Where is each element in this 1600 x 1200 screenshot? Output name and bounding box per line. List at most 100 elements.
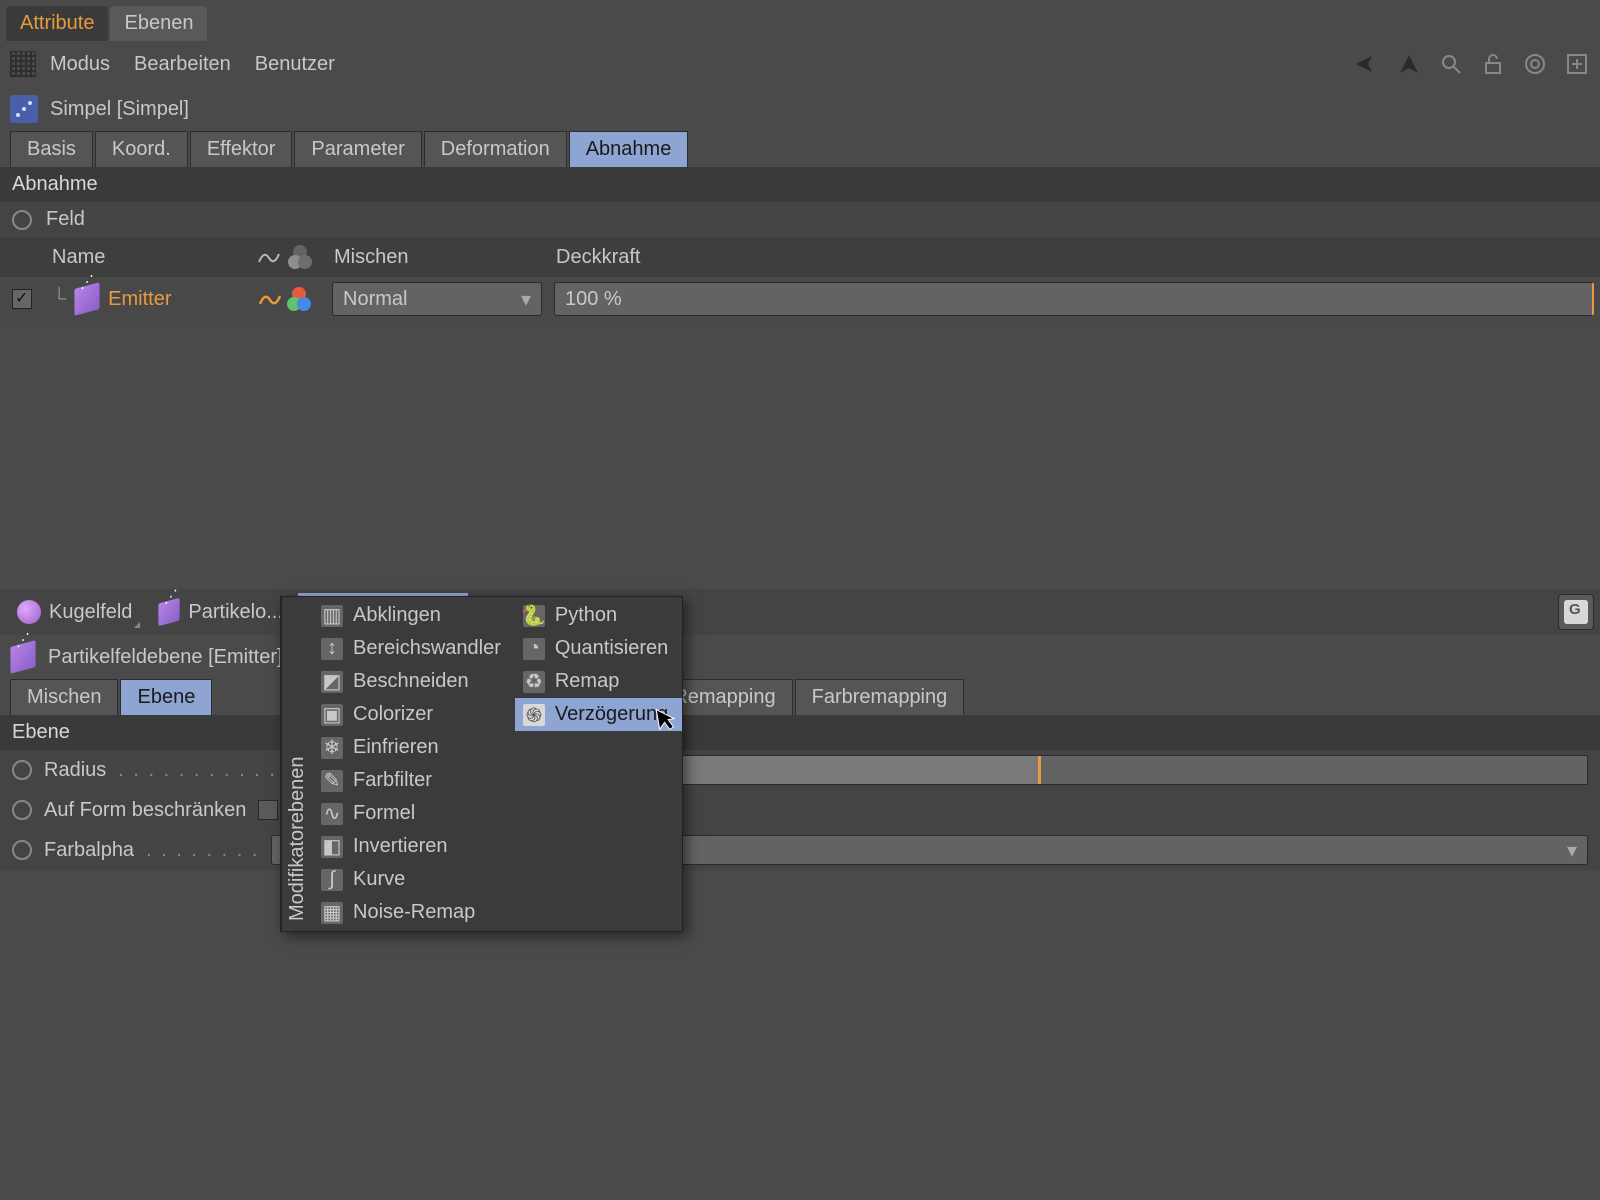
partikel-label: Partikelo... (188, 601, 282, 624)
object-header: Simpel [Simpel] (0, 87, 1600, 131)
field-row-emitter[interactable]: └ Emitter Normal ▾ 100 % (0, 277, 1600, 321)
opacity-value: 100 % (565, 288, 622, 311)
popup-formel[interactable]: ∿Formel (313, 797, 515, 830)
tab-deformation[interactable]: Deformation (424, 131, 567, 167)
field-type-toolbar: Kugelfeld Partikelo... Beschneiden (0, 589, 1600, 635)
wave-column-icon (256, 244, 282, 270)
menu-bearbeiten[interactable]: Bearbeiten (134, 53, 231, 76)
chevron-down-icon: ▾ (521, 287, 531, 312)
freeze-icon: ❄ (321, 737, 343, 759)
color-icon[interactable] (287, 287, 311, 311)
python-icon: 🐍 (523, 605, 545, 627)
object-title: Simpel [Simpel] (50, 98, 189, 121)
nav-back-icon[interactable] (1354, 51, 1380, 77)
tab-koord[interactable]: Koord. (95, 131, 188, 167)
popup-colorizer[interactable]: ▣Colorizer (313, 698, 515, 731)
popup-verzoegerung[interactable]: ֍Verzögerung (515, 698, 682, 731)
submenu-indicator (134, 622, 140, 628)
popup-title: Modifikatorebenen (281, 597, 313, 931)
col-name: Name (44, 246, 242, 269)
attribute-tabs: Basis Koord. Effektor Parameter Deformat… (0, 131, 1600, 167)
modifier-layers-popup: Modifikatorebenen ▥Abklingen ↕Bereichswa… (280, 596, 683, 932)
popup-bereichswandler[interactable]: ↕Bereichswandler (313, 632, 515, 665)
dots: . . . . . . . . . . . . (118, 759, 292, 782)
decay-icon: ▥ (321, 605, 343, 627)
opacity-field[interactable]: 100 % (554, 282, 1594, 316)
panel-tabs: Attribute Ebenen (0, 0, 1600, 41)
radius-radio[interactable] (12, 760, 32, 780)
chevron-down-icon: ▾ (1567, 838, 1577, 863)
tab-farbremapping[interactable]: Farbremapping (795, 679, 965, 715)
noise-icon: ▦ (321, 902, 343, 924)
farbalpha-row: Farbalpha . . . . . . . . Stä ▾ (0, 830, 1600, 870)
emitter-icon (75, 282, 100, 316)
radius-label: Radius (44, 759, 106, 782)
target-icon[interactable] (1522, 51, 1548, 77)
lock-icon[interactable] (1480, 51, 1506, 77)
aufform-checkbox[interactable] (258, 800, 278, 820)
tab-effektor[interactable]: Effektor (190, 131, 293, 167)
popup-remap[interactable]: ♻Remap (515, 665, 682, 698)
popup-kurve[interactable]: ∫Kurve (313, 863, 515, 896)
feld-label: Feld (46, 208, 85, 231)
colorfilter-icon: ✎ (321, 770, 343, 792)
object2-title: Partikelfeldebene [Emitter] (48, 646, 283, 669)
popup-beschneiden[interactable]: ◩Beschneiden (313, 665, 515, 698)
kugelfeld-button[interactable]: Kugelfeld (6, 593, 143, 631)
formula-icon: ∿ (321, 803, 343, 825)
tree-line: └ (52, 288, 66, 311)
popup-column-2: 🐍Python ◔Quantisieren ♻Remap ֍Verzögerun… (515, 597, 682, 931)
popup-python[interactable]: 🐍Python (515, 599, 682, 632)
row-name: Emitter (108, 288, 171, 311)
tab-mischen[interactable]: Mischen (10, 679, 118, 715)
popup-quantisieren[interactable]: ◔Quantisieren (515, 632, 682, 665)
tab-parameter[interactable]: Parameter (294, 131, 421, 167)
menubar: Modus Bearbeiten Benutzer (0, 41, 1600, 87)
menu-modus[interactable]: Modus (50, 53, 110, 76)
popup-abklingen[interactable]: ▥Abklingen (313, 599, 515, 632)
aufform-radio[interactable] (12, 800, 32, 820)
farbalpha-radio[interactable] (12, 840, 32, 860)
colorizer-icon: ▣ (321, 704, 343, 726)
partikel-button[interactable]: Partikelo... (147, 594, 293, 631)
range-icon: ↕ (321, 638, 343, 660)
slider-handle[interactable] (1038, 756, 1041, 784)
aufform-label: Auf Form beschränken (44, 799, 246, 822)
particle-icon (159, 598, 180, 626)
effector-icon (10, 95, 38, 123)
blend-mode-value: Normal (343, 288, 407, 311)
popup-einfrieren[interactable]: ❄Einfrieren (313, 731, 515, 764)
sphere-icon (17, 600, 41, 624)
curve-icon: ∫ (321, 869, 343, 891)
col-deckkraft: Deckkraft (548, 246, 1600, 269)
search-icon[interactable] (1438, 51, 1464, 77)
popup-farbfilter[interactable]: ✎Farbfilter (313, 764, 515, 797)
feld-radio[interactable] (12, 210, 32, 230)
tab-ebenen[interactable]: Ebenen (110, 6, 207, 41)
popup-invertieren[interactable]: ◧Invertieren (313, 830, 515, 863)
tab-abnahme[interactable]: Abnahme (569, 131, 689, 167)
modifier-button[interactable] (1558, 594, 1594, 630)
section-ebene: Ebene (0, 715, 1600, 750)
popup-column-1: ▥Abklingen ↕Bereichswandler ◩Beschneiden… (313, 597, 515, 931)
nav-up-icon[interactable] (1396, 51, 1422, 77)
add-panel-icon[interactable] (1564, 51, 1590, 77)
delay-icon: ֍ (523, 704, 545, 726)
tab-attribute[interactable]: Attribute (6, 6, 108, 41)
invert-icon: ◧ (321, 836, 343, 858)
tab-basis[interactable]: Basis (10, 131, 93, 167)
layer-tabs: Mischen Ebene Remapping Farbremapping (0, 679, 1600, 715)
wave-icon[interactable] (257, 286, 283, 312)
tab-ebene[interactable]: Ebene (120, 679, 212, 715)
clip-icon (1564, 600, 1588, 624)
grid-icon[interactable] (10, 51, 36, 77)
remap-icon: ♻ (523, 671, 545, 693)
row-checkbox[interactable] (12, 289, 32, 309)
menu-benutzer[interactable]: Benutzer (255, 53, 335, 76)
kugelfeld-label: Kugelfeld (49, 601, 132, 624)
particle-layer-icon (10, 640, 35, 674)
radius-row: Radius . . . . . . . . . . . . 50 (0, 750, 1600, 790)
popup-noise-remap[interactable]: ▦Noise-Remap (313, 896, 515, 929)
blend-mode-dropdown[interactable]: Normal ▾ (332, 282, 542, 316)
section-abnahme: Abnahme (0, 167, 1600, 202)
